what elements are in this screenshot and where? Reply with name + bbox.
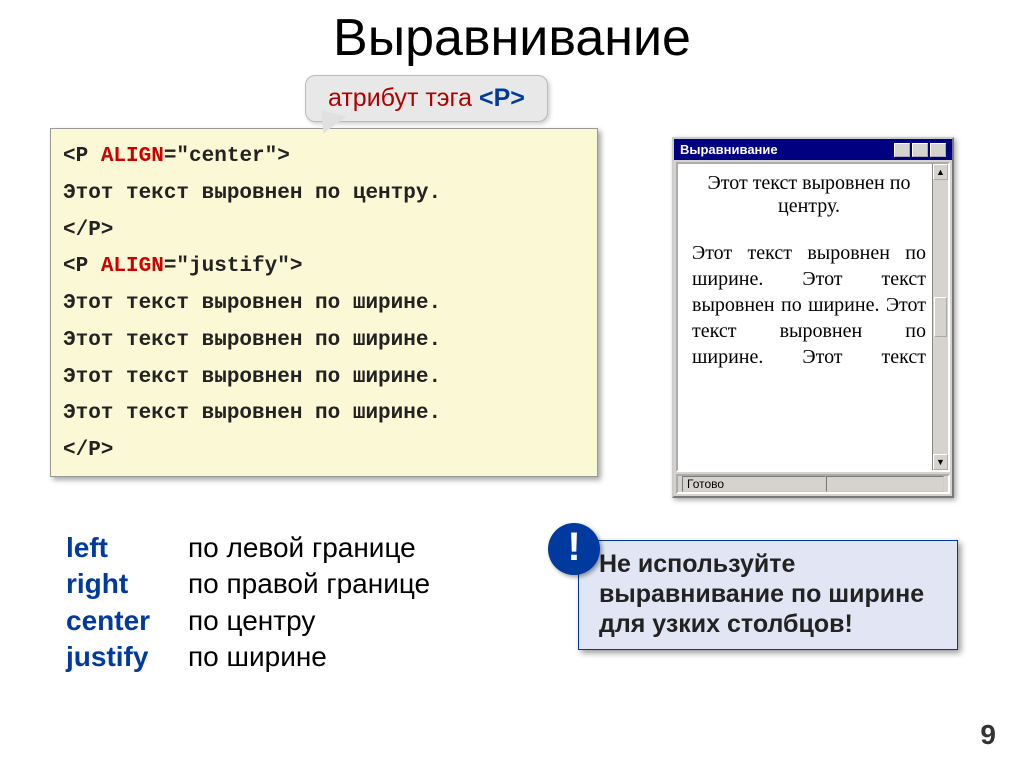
code-line: <P ALIGN="justify">	[63, 249, 585, 286]
vertical-scrollbar[interactable]: ▲ ▼	[932, 164, 948, 470]
window-titlebar: Выравнивание	[674, 139, 952, 160]
code-line: <P ALIGN="center">	[63, 139, 585, 176]
slide-title: Выравнивание	[0, 0, 1024, 68]
code-line: Этот текст выровнен по ширине.	[63, 360, 585, 397]
align-key: center	[66, 603, 188, 639]
status-text: Готово	[682, 476, 826, 492]
status-spacer	[826, 476, 944, 492]
rendered-paragraph-justify: Этот текст выровнен по ширине. Этот текс…	[692, 240, 926, 370]
scroll-up-icon[interactable]: ▲	[933, 164, 948, 180]
minimize-icon[interactable]	[894, 143, 910, 157]
page-number: 9	[980, 719, 996, 751]
align-key: left	[66, 530, 188, 566]
browser-mock: Выравнивание Этот текст выровнен по цент…	[672, 137, 954, 498]
code-line: Этот текст выровнен по центру.	[63, 176, 585, 213]
list-item: left по левой границе	[66, 530, 430, 566]
window-title: Выравнивание	[680, 142, 778, 157]
warning-text: Не используйте выравнивание по ширине дл…	[599, 550, 924, 638]
code-example: <P ALIGN="center"> Этот текст выровнен п…	[50, 128, 598, 477]
code-line: Этот текст выровнен по ширине.	[63, 286, 585, 323]
list-item: justify по ширине	[66, 639, 430, 675]
browser-viewport: Этот текст выровнен по центру. Этот текс…	[678, 164, 932, 470]
code-line: Этот текст выровнен по ширине.	[63, 323, 585, 360]
align-desc: по левой границе	[188, 530, 416, 566]
code-line: </P>	[63, 433, 585, 470]
scroll-thumb[interactable]	[934, 297, 947, 337]
align-key: justify	[66, 639, 188, 675]
window-controls	[894, 143, 946, 157]
scroll-down-icon[interactable]: ▼	[933, 454, 948, 470]
list-item: center по центру	[66, 603, 430, 639]
code-line: </P>	[63, 213, 585, 250]
code-line: Этот текст выровнен по ширине.	[63, 396, 585, 433]
callout-text: атрибут тэга	[328, 84, 479, 112]
align-desc: по правой границе	[188, 566, 430, 602]
callout-tag: <P>	[479, 84, 525, 112]
maximize-icon[interactable]	[912, 143, 928, 157]
align-desc: по центру	[188, 603, 315, 639]
align-desc: по ширине	[188, 639, 327, 675]
rendered-paragraph-center: Этот текст выровнен по центру.	[692, 172, 926, 218]
warning-box: Не используйте выравнивание по ширине дл…	[578, 540, 958, 650]
browser-statusbar: Готово	[676, 474, 950, 494]
align-values-list: left по левой границе right по правой гр…	[66, 530, 430, 676]
warning-icon: !	[548, 523, 600, 575]
close-icon[interactable]	[930, 143, 946, 157]
list-item: right по правой границе	[66, 566, 430, 602]
align-key: right	[66, 566, 188, 602]
